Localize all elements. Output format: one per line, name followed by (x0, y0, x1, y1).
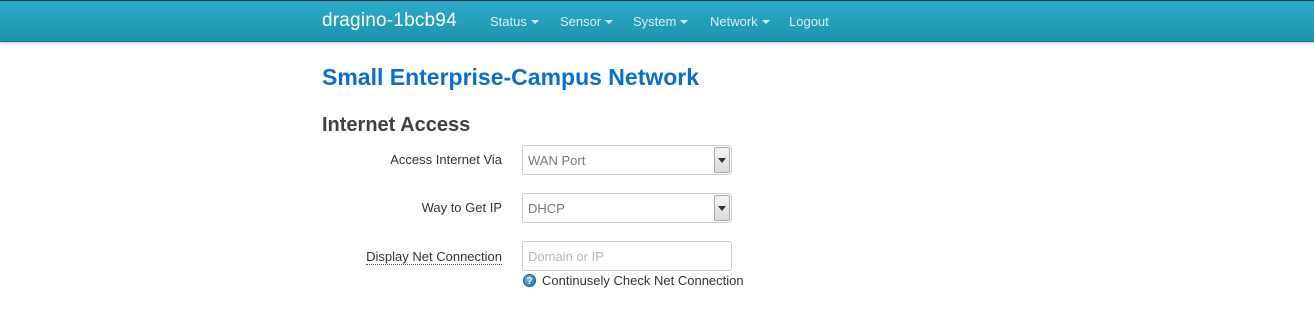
access-internet-via-value: WAN Port (528, 153, 586, 168)
nav-network-label: Network (710, 14, 758, 29)
question-circle-icon: ? (523, 274, 536, 287)
nav-network-menu[interactable]: Network (710, 14, 770, 29)
chevron-down-icon[interactable] (714, 195, 730, 221)
display-net-connection-label-wrap: Display Net Connection (322, 248, 502, 266)
nav-status-menu[interactable]: Status (490, 14, 539, 29)
nav-logout-link[interactable]: Logout (789, 14, 829, 29)
caret-down-icon (761, 20, 770, 24)
display-net-connection-input[interactable] (522, 241, 732, 271)
nav-status-label: Status (490, 14, 527, 29)
page-title: Small Enterprise-Campus Network (322, 64, 700, 90)
nav-sensor-menu[interactable]: Sensor (560, 14, 614, 29)
nav-system-menu[interactable]: System (633, 14, 689, 29)
brand-link[interactable]: dragino-1bcb94 (322, 10, 457, 32)
nav-sensor-label: Sensor (560, 14, 602, 29)
display-net-connection-label: Display Net Connection (366, 249, 502, 265)
nav-system-label: System (633, 14, 677, 29)
top-navbar: dragino-1bcb94 Status Sensor System Netw… (0, 0, 1314, 42)
access-internet-via-label: Access Internet Via (390, 152, 502, 167)
section-title: Internet Access (322, 114, 471, 136)
way-to-get-ip-value: DHCP (528, 201, 565, 216)
access-internet-via-select[interactable]: WAN Port (522, 145, 732, 175)
chevron-down-icon[interactable] (714, 147, 730, 173)
way-to-get-ip-select[interactable]: DHCP (522, 193, 732, 223)
caret-down-icon (530, 20, 539, 24)
help-text: Continusely Check Net Connection (542, 273, 744, 288)
caret-down-icon (605, 20, 614, 24)
way-to-get-ip-label: Way to Get IP (421, 200, 502, 215)
caret-down-icon (680, 20, 689, 24)
